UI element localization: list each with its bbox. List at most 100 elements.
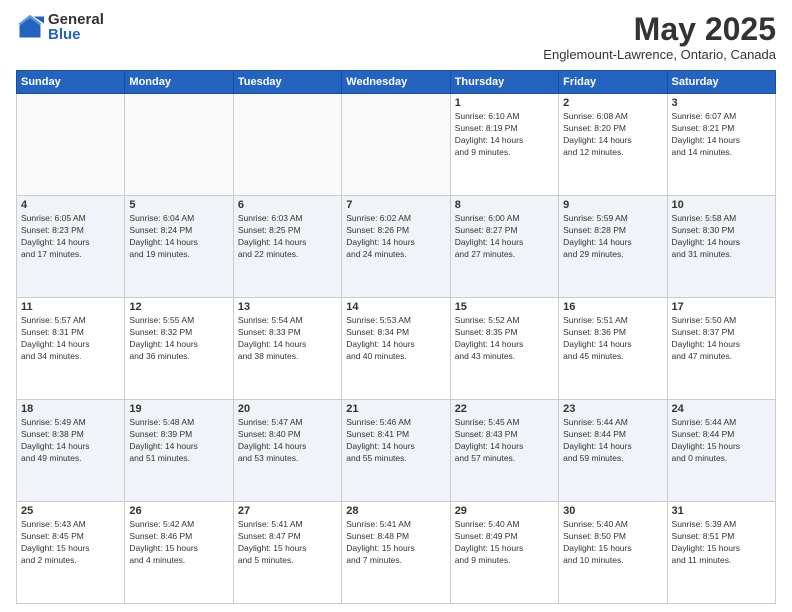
calendar-header-row: Sunday Monday Tuesday Wednesday Thursday… [17, 71, 776, 94]
day-number: 9 [563, 199, 662, 211]
day-info: Sunrise: 5:44 AM Sunset: 8:44 PM Dayligh… [672, 417, 771, 465]
calendar-week-1: 1 Sunrise: 6:10 AM Sunset: 8:19 PM Daylig… [17, 94, 776, 196]
day-number: 19 [129, 403, 228, 415]
day-info: Sunrise: 6:05 AM Sunset: 8:23 PM Dayligh… [21, 213, 120, 261]
day-info: Sunrise: 5:51 AM Sunset: 8:36 PM Dayligh… [563, 315, 662, 363]
day-info: Sunrise: 5:57 AM Sunset: 8:31 PM Dayligh… [21, 315, 120, 363]
calendar-cell: 7Sunrise: 6:02 AM Sunset: 8:26 PM Daylig… [342, 196, 450, 298]
logo-text: General Blue [48, 12, 104, 42]
day-info: Sunrise: 5:40 AM Sunset: 8:50 PM Dayligh… [563, 519, 662, 567]
day-info: Sunrise: 5:52 AM Sunset: 8:35 PM Dayligh… [455, 315, 554, 363]
day-info: Sunrise: 5:46 AM Sunset: 8:41 PM Dayligh… [346, 417, 445, 465]
calendar-cell: 31 Sunrise: 5:39 AM Sunset: 8:51 PM Dayli… [667, 502, 775, 604]
calendar-cell: 19 Sunrise: 5:48 AM Sunset: 8:39 PM Dayli… [125, 400, 233, 502]
day-info: Sunrise: 5:41 AM Sunset: 8:48 PM Dayligh… [346, 519, 445, 567]
calendar-cell: 12Sunrise: 5:55 AM Sunset: 8:32 PM Dayli… [125, 298, 233, 400]
day-info: Sunrise: 5:41 AM Sunset: 8:47 PM Dayligh… [238, 519, 337, 567]
day-info: Sunrise: 5:58 AM Sunset: 8:30 PM Dayligh… [672, 213, 771, 261]
header-tuesday: Tuesday [233, 71, 341, 94]
calendar-cell: 6 Sunrise: 6:03 AM Sunset: 8:25 PM Daylig… [233, 196, 341, 298]
calendar-week-4: 18Sunrise: 5:49 AM Sunset: 8:38 PM Dayli… [17, 400, 776, 502]
day-number: 4 [21, 199, 120, 211]
calendar-cell: 14 Sunrise: 5:53 AM Sunset: 8:34 PM Dayli… [342, 298, 450, 400]
calendar-cell: 17 Sunrise: 5:50 AM Sunset: 8:37 PM Dayli… [667, 298, 775, 400]
day-number: 12 [129, 301, 228, 313]
calendar-week-2: 4 Sunrise: 6:05 AM Sunset: 8:23 PM Daylig… [17, 196, 776, 298]
calendar-cell [17, 94, 125, 196]
calendar-week-5: 25 Sunrise: 5:43 AM Sunset: 8:45 PM Dayli… [17, 502, 776, 604]
calendar-cell: 3 Sunrise: 6:07 AM Sunset: 8:21 PM Daylig… [667, 94, 775, 196]
calendar-cell: 23 Sunrise: 5:44 AM Sunset: 8:44 PM Dayli… [559, 400, 667, 502]
title-section: May 2025 Englemount-Lawrence, Ontario, C… [543, 12, 776, 62]
calendar-cell: 15 Sunrise: 5:52 AM Sunset: 8:35 PM Dayli… [450, 298, 558, 400]
day-number: 23 [563, 403, 662, 415]
day-info: Sunrise: 6:08 AM Sunset: 8:20 PM Dayligh… [563, 111, 662, 159]
day-number: 31 [672, 505, 771, 517]
calendar-cell: 5Sunrise: 6:04 AM Sunset: 8:24 PM Daylig… [125, 196, 233, 298]
day-number: 8 [455, 199, 554, 211]
logo-icon [16, 13, 44, 41]
day-number: 5 [129, 199, 228, 211]
day-number: 14 [346, 301, 445, 313]
logo-general-text: General [48, 12, 104, 27]
header-thursday: Thursday [450, 71, 558, 94]
header-monday: Monday [125, 71, 233, 94]
day-number: 13 [238, 301, 337, 313]
day-number: 15 [455, 301, 554, 313]
calendar-cell: 11Sunrise: 5:57 AM Sunset: 8:31 PM Dayli… [17, 298, 125, 400]
day-info: Sunrise: 5:47 AM Sunset: 8:40 PM Dayligh… [238, 417, 337, 465]
calendar-cell: 1 Sunrise: 6:10 AM Sunset: 8:19 PM Daylig… [450, 94, 558, 196]
day-number: 6 [238, 199, 337, 211]
day-number: 7 [346, 199, 445, 211]
calendar-cell: 2Sunrise: 6:08 AM Sunset: 8:20 PM Daylig… [559, 94, 667, 196]
calendar-cell: 16 Sunrise: 5:51 AM Sunset: 8:36 PM Dayli… [559, 298, 667, 400]
day-number: 3 [672, 97, 771, 109]
month-title: May 2025 [543, 12, 776, 47]
day-info: Sunrise: 6:07 AM Sunset: 8:21 PM Dayligh… [672, 111, 771, 159]
day-info: Sunrise: 6:10 AM Sunset: 8:19 PM Dayligh… [455, 111, 554, 159]
logo: General Blue [16, 12, 104, 42]
day-info: Sunrise: 5:44 AM Sunset: 8:44 PM Dayligh… [563, 417, 662, 465]
day-info: Sunrise: 5:54 AM Sunset: 8:33 PM Dayligh… [238, 315, 337, 363]
calendar-cell [233, 94, 341, 196]
day-number: 17 [672, 301, 771, 313]
day-number: 21 [346, 403, 445, 415]
calendar-cell: 18Sunrise: 5:49 AM Sunset: 8:38 PM Dayli… [17, 400, 125, 502]
logo-blue-text: Blue [48, 27, 104, 42]
page: General Blue May 2025 Englemount-Lawrenc… [0, 0, 792, 612]
header-friday: Friday [559, 71, 667, 94]
day-number: 1 [455, 97, 554, 109]
day-number: 22 [455, 403, 554, 415]
calendar-cell: 9 Sunrise: 5:59 AM Sunset: 8:28 PM Daylig… [559, 196, 667, 298]
calendar-table: Sunday Monday Tuesday Wednesday Thursday… [16, 70, 776, 604]
day-info: Sunrise: 5:59 AM Sunset: 8:28 PM Dayligh… [563, 213, 662, 261]
calendar-cell: 30Sunrise: 5:40 AM Sunset: 8:50 PM Dayli… [559, 502, 667, 604]
calendar-cell: 10Sunrise: 5:58 AM Sunset: 8:30 PM Dayli… [667, 196, 775, 298]
calendar-cell: 26Sunrise: 5:42 AM Sunset: 8:46 PM Dayli… [125, 502, 233, 604]
day-info: Sunrise: 5:53 AM Sunset: 8:34 PM Dayligh… [346, 315, 445, 363]
header-wednesday: Wednesday [342, 71, 450, 94]
day-info: Sunrise: 5:39 AM Sunset: 8:51 PM Dayligh… [672, 519, 771, 567]
day-number: 26 [129, 505, 228, 517]
calendar-cell: 28Sunrise: 5:41 AM Sunset: 8:48 PM Dayli… [342, 502, 450, 604]
day-number: 25 [21, 505, 120, 517]
day-number: 24 [672, 403, 771, 415]
calendar-cell: 29Sunrise: 5:40 AM Sunset: 8:49 PM Dayli… [450, 502, 558, 604]
calendar-cell: 24 Sunrise: 5:44 AM Sunset: 8:44 PM Dayli… [667, 400, 775, 502]
day-number: 18 [21, 403, 120, 415]
calendar-cell: 13 Sunrise: 5:54 AM Sunset: 8:33 PM Dayli… [233, 298, 341, 400]
day-info: Sunrise: 5:43 AM Sunset: 8:45 PM Dayligh… [21, 519, 120, 567]
day-info: Sunrise: 6:00 AM Sunset: 8:27 PM Dayligh… [455, 213, 554, 261]
day-info: Sunrise: 6:03 AM Sunset: 8:25 PM Dayligh… [238, 213, 337, 261]
day-info: Sunrise: 5:40 AM Sunset: 8:49 PM Dayligh… [455, 519, 554, 567]
day-number: 16 [563, 301, 662, 313]
calendar-cell: 21 Sunrise: 5:46 AM Sunset: 8:41 PM Dayli… [342, 400, 450, 502]
day-info: Sunrise: 5:45 AM Sunset: 8:43 PM Dayligh… [455, 417, 554, 465]
day-info: Sunrise: 5:50 AM Sunset: 8:37 PM Dayligh… [672, 315, 771, 363]
day-info: Sunrise: 5:48 AM Sunset: 8:39 PM Dayligh… [129, 417, 228, 465]
calendar-cell: 22 Sunrise: 5:45 AM Sunset: 8:43 PM Dayli… [450, 400, 558, 502]
calendar-cell [342, 94, 450, 196]
calendar-cell: 25 Sunrise: 5:43 AM Sunset: 8:45 PM Dayli… [17, 502, 125, 604]
calendar-cell: 27Sunrise: 5:41 AM Sunset: 8:47 PM Dayli… [233, 502, 341, 604]
header-sunday: Sunday [17, 71, 125, 94]
